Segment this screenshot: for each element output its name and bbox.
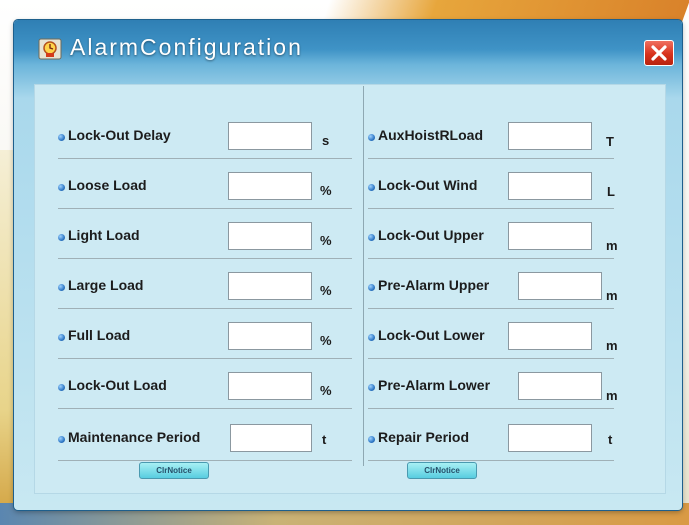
row-divider xyxy=(368,460,614,461)
row-divider xyxy=(58,208,352,209)
bullet-icon xyxy=(58,436,65,443)
clear-notice-button-left[interactable]: ClrNotice xyxy=(139,462,209,479)
field-label: Large Load xyxy=(68,277,144,293)
loose-load-input[interactable] xyxy=(228,172,312,200)
desktop-background-strip xyxy=(0,150,14,520)
row-divider xyxy=(58,158,352,159)
field-label: Lock-Out Wind xyxy=(378,177,478,193)
field-lock-out-load: Lock-Out Load % xyxy=(58,372,354,412)
field-label: Loose Load xyxy=(68,177,147,193)
bullet-icon xyxy=(368,234,375,241)
lock-out-upper-input[interactable] xyxy=(508,222,592,250)
field-unit: % xyxy=(320,333,332,348)
close-x-icon xyxy=(651,45,667,61)
field-unit: % xyxy=(320,383,332,398)
field-label: Repair Period xyxy=(378,429,470,445)
large-load-input[interactable] xyxy=(228,272,312,300)
bullet-icon xyxy=(368,384,375,391)
field-label: Maintenance Period xyxy=(68,429,201,445)
row-divider xyxy=(368,358,614,359)
maintenance-period-input[interactable] xyxy=(230,424,312,452)
bullet-icon xyxy=(368,184,375,191)
lock-out-delay-input[interactable] xyxy=(228,122,312,150)
field-unit: t xyxy=(322,432,327,447)
field-unit: m xyxy=(606,388,618,403)
row-divider xyxy=(58,308,352,309)
field-lock-out-wind: Lock-Out Wind L xyxy=(368,172,630,212)
field-unit: % xyxy=(320,183,332,198)
bullet-icon xyxy=(58,184,65,191)
alarm-configuration-dialog: AlarmConfiguration Lock-Out Delay s Loos… xyxy=(14,20,682,510)
field-unit: s xyxy=(322,133,330,148)
field-repair-period: Repair Period t xyxy=(368,424,630,464)
pre-alarm-lower-input[interactable] xyxy=(518,372,602,400)
title-bar[interactable]: AlarmConfiguration xyxy=(14,20,682,66)
field-lock-out-lower: Lock-Out Lower m xyxy=(368,322,630,362)
field-label: Lock-Out Upper xyxy=(378,227,484,243)
field-label: Lock-Out Delay xyxy=(68,127,171,143)
row-divider xyxy=(368,308,614,309)
bullet-icon xyxy=(58,134,65,141)
column-divider xyxy=(363,86,364,466)
lock-out-load-input[interactable] xyxy=(228,372,312,400)
field-label: Pre-Alarm Lower xyxy=(378,377,491,393)
row-divider xyxy=(58,408,352,409)
bullet-icon xyxy=(368,284,375,291)
field-unit: T xyxy=(606,134,614,149)
desktop-background-streak xyxy=(321,0,689,22)
field-full-load: Full Load % xyxy=(58,322,354,362)
bullet-icon xyxy=(58,284,65,291)
field-label: Lock-Out Load xyxy=(68,377,167,393)
repair-period-input[interactable] xyxy=(508,424,592,452)
field-unit: % xyxy=(320,233,332,248)
aux-hoist-r-load-input[interactable] xyxy=(508,122,592,150)
row-divider xyxy=(58,258,352,259)
field-maintenance-period: Maintenance Period t xyxy=(58,424,354,464)
field-label: Lock-Out Lower xyxy=(378,327,485,343)
row-divider xyxy=(58,358,352,359)
field-label: Full Load xyxy=(68,327,131,343)
field-label: Pre-Alarm Upper xyxy=(378,277,490,293)
bullet-icon xyxy=(368,436,375,443)
field-aux-hoist-r-load: AuxHoistRLoad T xyxy=(368,122,630,162)
lock-out-wind-input[interactable] xyxy=(508,172,592,200)
alarm-clock-app-icon xyxy=(38,38,62,60)
bullet-icon xyxy=(368,134,375,141)
field-unit: m xyxy=(606,238,618,253)
field-large-load: Large Load % xyxy=(58,272,354,312)
lock-out-lower-input[interactable] xyxy=(508,322,592,350)
window-title: AlarmConfiguration xyxy=(70,34,303,60)
field-loose-load: Loose Load % xyxy=(58,172,354,212)
bullet-icon xyxy=(58,334,65,341)
row-divider xyxy=(58,460,352,461)
field-label: Light Load xyxy=(68,227,140,243)
field-pre-alarm-lower: Pre-Alarm Lower m xyxy=(368,372,630,412)
pre-alarm-upper-input[interactable] xyxy=(518,272,602,300)
field-label: AuxHoistRLoad xyxy=(378,127,483,143)
close-button[interactable] xyxy=(644,40,674,66)
field-unit: m xyxy=(606,288,618,303)
field-unit: m xyxy=(606,338,618,353)
bullet-icon xyxy=(368,334,375,341)
bullet-icon xyxy=(58,384,65,391)
row-divider xyxy=(368,208,614,209)
field-lock-out-upper: Lock-Out Upper m xyxy=(368,222,630,262)
field-unit: t xyxy=(608,432,613,447)
row-divider xyxy=(368,158,614,159)
clear-notice-button-right[interactable]: ClrNotice xyxy=(407,462,477,479)
row-divider xyxy=(368,408,614,409)
light-load-input[interactable] xyxy=(228,222,312,250)
row-divider xyxy=(368,258,614,259)
field-lock-out-delay: Lock-Out Delay s xyxy=(58,122,354,162)
field-pre-alarm-upper: Pre-Alarm Upper m xyxy=(368,272,630,312)
bullet-icon xyxy=(58,234,65,241)
field-unit: L xyxy=(607,184,615,199)
field-light-load: Light Load % xyxy=(58,222,354,262)
full-load-input[interactable] xyxy=(228,322,312,350)
field-unit: % xyxy=(320,283,332,298)
